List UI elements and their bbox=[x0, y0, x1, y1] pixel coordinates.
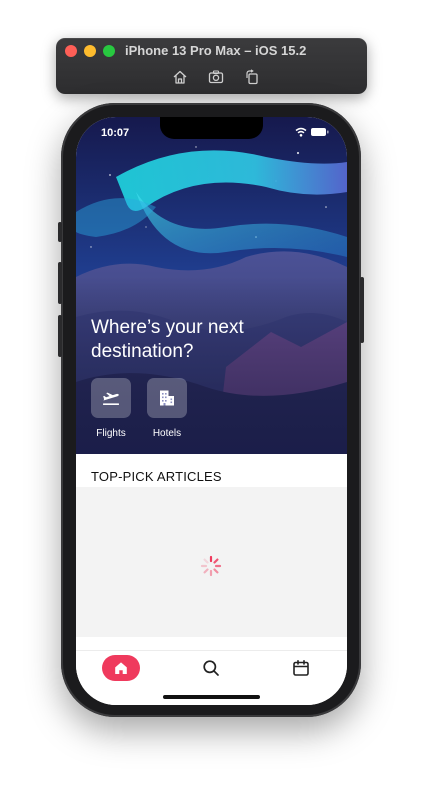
airplane-departure-icon bbox=[103, 392, 119, 405]
simulator-toolbar: iPhone 13 Pro Max – iOS 15.2 bbox=[56, 38, 367, 94]
hotels-label: Hotels bbox=[152, 428, 182, 439]
simulator-title: iPhone 13 Pro Max – iOS 15.2 bbox=[125, 43, 307, 58]
home-icon[interactable] bbox=[172, 69, 188, 85]
minimize-window-button[interactable] bbox=[84, 45, 96, 57]
loading-spinner-icon bbox=[200, 555, 222, 577]
rotate-icon[interactable] bbox=[244, 69, 260, 85]
flights-label: Flights bbox=[96, 428, 126, 439]
wifi-icon bbox=[295, 127, 307, 137]
hero-headline: Where’s your next destination? bbox=[91, 317, 244, 362]
power-button bbox=[360, 277, 364, 343]
volume-up-button bbox=[58, 262, 62, 304]
flights-button[interactable] bbox=[91, 378, 131, 418]
mute-switch bbox=[58, 222, 62, 242]
status-time: 10:07 bbox=[101, 127, 130, 139]
battery-icon bbox=[311, 128, 329, 136]
hero-banner: 10:07 Where’s your next destination? Fli… bbox=[76, 117, 347, 454]
notch bbox=[160, 117, 263, 139]
calendar-icon[interactable] bbox=[292, 659, 310, 677]
home-indicator[interactable] bbox=[163, 695, 260, 699]
zoom-window-button[interactable] bbox=[103, 45, 115, 57]
status-indicators bbox=[295, 127, 329, 137]
volume-down-button bbox=[58, 315, 62, 357]
screenshot-icon[interactable] bbox=[208, 69, 224, 85]
hotel-building-icon bbox=[160, 390, 174, 406]
tab-home[interactable] bbox=[102, 655, 140, 681]
home-icon bbox=[115, 662, 127, 674]
hotels-button[interactable] bbox=[147, 378, 187, 418]
app-screen: 10:07 Where’s your next destination? Fli… bbox=[76, 117, 347, 705]
search-icon[interactable] bbox=[202, 659, 220, 677]
section-title-top-pick-articles: TOP-PICK ARTICLES bbox=[91, 469, 222, 484]
close-window-button[interactable] bbox=[65, 45, 77, 57]
